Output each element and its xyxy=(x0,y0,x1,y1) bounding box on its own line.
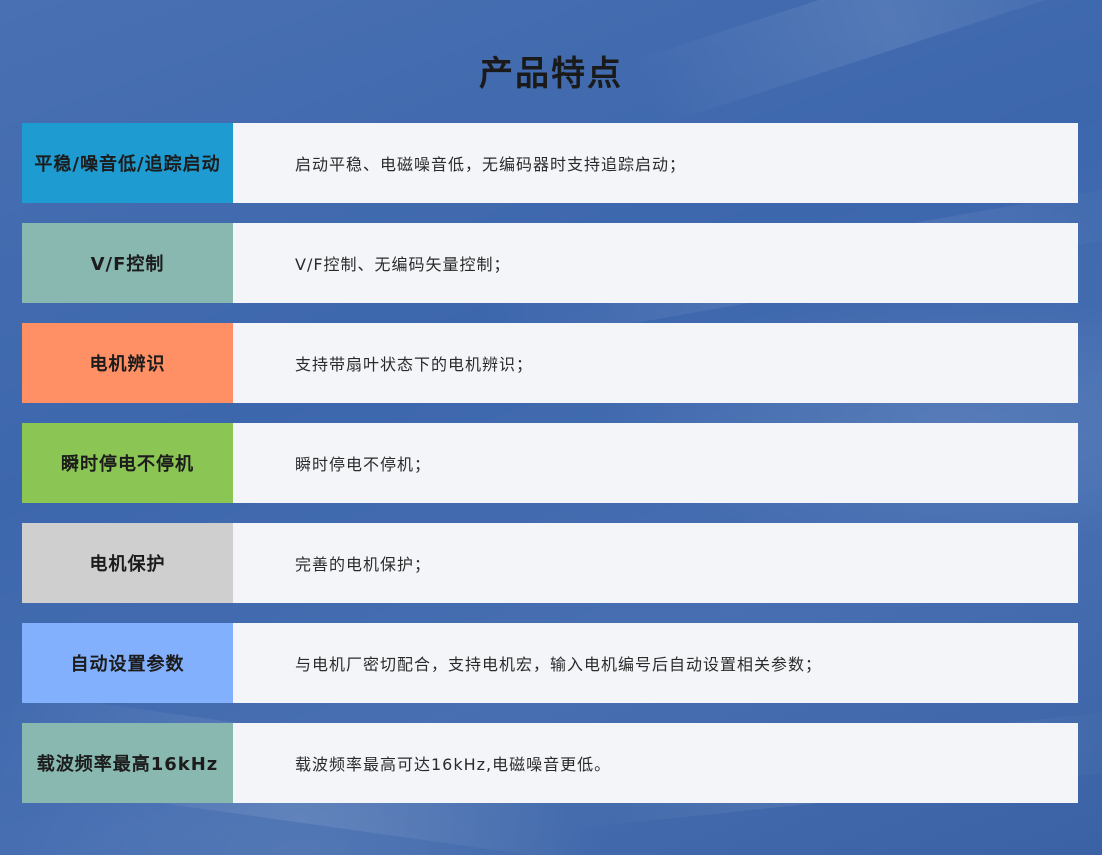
feature-description: 瞬时停电不停机； xyxy=(233,423,1078,503)
feature-description: 载波频率最高可达16kHz,电磁噪音更低。 xyxy=(233,723,1078,803)
product-features-page: 产品特点 平稳/噪音低/追踪启动 启动平稳、电磁噪音低，无编码器时支持追踪启动；… xyxy=(0,0,1102,855)
feature-row: 平稳/噪音低/追踪启动 启动平稳、电磁噪音低，无编码器时支持追踪启动； xyxy=(22,123,1078,203)
feature-row: V/F控制 V/F控制、无编码矢量控制； xyxy=(22,223,1078,303)
feature-label: 电机辨识 xyxy=(22,323,233,403)
feature-label: 平稳/噪音低/追踪启动 xyxy=(22,123,233,203)
feature-label: 瞬时停电不停机 xyxy=(22,423,233,503)
feature-description: 启动平稳、电磁噪音低，无编码器时支持追踪启动； xyxy=(233,123,1078,203)
page-title: 产品特点 xyxy=(479,54,623,94)
feature-row: 自动设置参数 与电机厂密切配合，支持电机宏，输入电机编号后自动设置相关参数； xyxy=(22,623,1078,703)
feature-label: 自动设置参数 xyxy=(22,623,233,703)
feature-label: 电机保护 xyxy=(22,523,233,603)
feature-label: 载波频率最高16kHz xyxy=(22,723,233,803)
feature-row: 电机辨识 支持带扇叶状态下的电机辨识； xyxy=(22,323,1078,403)
feature-row: 载波频率最高16kHz 载波频率最高可达16kHz,电磁噪音更低。 xyxy=(22,723,1078,803)
feature-row: 电机保护 完善的电机保护； xyxy=(22,523,1078,603)
feature-list: 平稳/噪音低/追踪启动 启动平稳、电磁噪音低，无编码器时支持追踪启动； V/F控… xyxy=(22,123,1078,823)
feature-row: 瞬时停电不停机 瞬时停电不停机； xyxy=(22,423,1078,503)
feature-label: V/F控制 xyxy=(22,223,233,303)
feature-description: 与电机厂密切配合，支持电机宏，输入电机编号后自动设置相关参数； xyxy=(233,623,1078,703)
feature-description: V/F控制、无编码矢量控制； xyxy=(233,223,1078,303)
feature-description: 完善的电机保护； xyxy=(233,523,1078,603)
feature-description: 支持带扇叶状态下的电机辨识； xyxy=(233,323,1078,403)
